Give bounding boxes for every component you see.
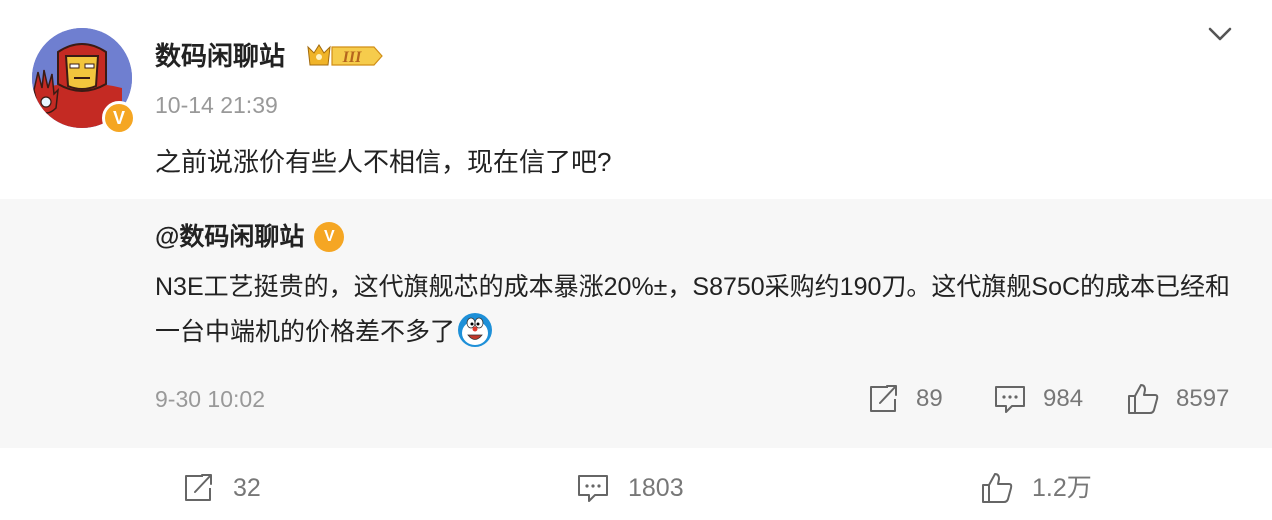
share-button[interactable]: 32 [181, 470, 261, 506]
repost-share-button[interactable]: 89 [866, 382, 943, 416]
like-count: 1.2万 [1032, 474, 1092, 502]
repost-icon [870, 385, 897, 412]
repost-comment-count: 984 [1043, 385, 1084, 412]
repost-comment-button[interactable]: 984 [993, 382, 1083, 416]
repost-author-name[interactable]: @数码闲聊站 [155, 221, 304, 253]
repost-text: N3E工艺挺贵的，这代旗舰芯的成本暴涨20%±，S8750采购约190刀。这代旗… [155, 273, 1231, 346]
repost-timestamp[interactable]: 9-30 10:02 [155, 385, 265, 413]
comment-icon [995, 386, 1025, 413]
repost-like-count: 8597 [1176, 385, 1230, 412]
repost-icon [185, 474, 212, 501]
chevron-down-icon[interactable] [1204, 22, 1236, 46]
like-icon [1128, 384, 1159, 414]
repost-card[interactable]: @数码闲聊站 V N3E工艺挺贵的，这代旗舰芯的成本暴涨20%±，S8750采购… [0, 199, 1272, 448]
comment-icon [578, 475, 608, 502]
level-badge-label: III [342, 49, 362, 66]
verified-icon: V [324, 228, 335, 245]
share-count: 32 [233, 474, 261, 502]
repost-text-block: N3E工艺挺贵的，这代旗舰芯的成本暴涨20%±，S8750采购约190刀。这代旗… [155, 265, 1235, 355]
repost-like-button[interactable]: 8597 [1126, 382, 1229, 416]
level-badge-icon: III [307, 44, 383, 66]
author-name[interactable]: 数码闲聊站 [155, 40, 285, 72]
doraemon-emoji-icon [458, 313, 493, 347]
repost-share-count: 89 [916, 385, 943, 412]
repost-author[interactable]: @数码闲聊站 V [155, 221, 345, 253]
comment-button[interactable]: 1803 [576, 470, 684, 506]
comment-count: 1803 [628, 474, 684, 502]
post-text: 之前说涨价有些人不相信，现在信了吧? [155, 147, 612, 177]
post-timestamp[interactable]: 10-14 21:39 [155, 91, 278, 119]
verified-badge: V [102, 101, 136, 135]
like-icon [982, 473, 1013, 503]
like-button[interactable]: 1.2万 [980, 470, 1092, 506]
verified-badge: V [314, 222, 345, 252]
verified-icon: V [112, 108, 125, 128]
